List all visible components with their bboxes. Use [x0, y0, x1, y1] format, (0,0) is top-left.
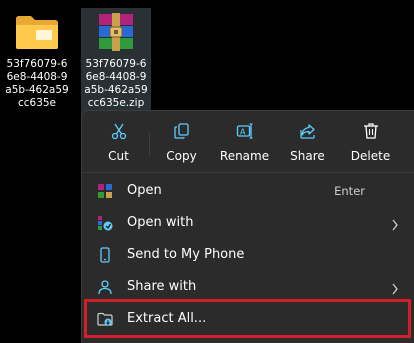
share-icon: [276, 121, 339, 141]
rename-icon: A: [213, 121, 276, 141]
copy-icon: [150, 121, 213, 141]
quick-actions-bar: Cut Copy A Rename Share Delete: [82, 111, 414, 169]
menu-item-open-with[interactable]: Open with: [87, 207, 409, 238]
share-button[interactable]: Share: [276, 111, 339, 169]
share-with-label: Share with: [127, 279, 197, 294]
phone-icon: [97, 246, 113, 263]
winrar-archive-icon: [81, 8, 151, 56]
rename-label: Rename: [219, 149, 270, 163]
delete-button[interactable]: Delete: [339, 111, 402, 169]
svg-text:A: A: [240, 128, 246, 137]
send-to-phone-label: Send to My Phone: [127, 247, 245, 262]
menu-divider: [82, 172, 414, 173]
copy-label: Copy: [166, 149, 197, 163]
folder-label: 53f76079-66e8-4408-9a5b-462a59cc635e: [5, 58, 69, 109]
extract-all-label: Extract All...: [127, 311, 207, 326]
extract-folder-icon: [97, 311, 113, 327]
desktop-zip-file[interactable]: 53f76079-66e8-4408-9a5b-462a59cc635e.zip: [81, 8, 151, 118]
menu-item-open[interactable]: Open Enter: [87, 175, 409, 206]
rename-button[interactable]: A Rename: [213, 111, 276, 169]
chevron-right-icon: [391, 216, 399, 235]
context-menu: Cut Copy A Rename Share Delete Open Ente…: [81, 110, 414, 343]
open-shortcut: Enter: [334, 183, 365, 198]
share-with-icon: [97, 279, 113, 295]
copy-button[interactable]: Copy: [150, 111, 213, 169]
trash-icon: [339, 121, 402, 141]
cut-button[interactable]: Cut: [87, 111, 150, 169]
share-label: Share: [290, 149, 325, 163]
folder-icon: [2, 8, 72, 56]
menu-item-extract-all[interactable]: Extract All...: [87, 303, 409, 334]
open-with-label: Open with: [127, 215, 194, 230]
open-app-icon: [97, 183, 113, 199]
open-label: Open: [127, 183, 162, 198]
desktop-folder[interactable]: 53f76079-66e8-4408-9a5b-462a59cc635e: [2, 8, 72, 110]
scissors-icon: [87, 121, 150, 141]
menu-item-send-to-phone[interactable]: Send to My Phone: [87, 239, 409, 270]
zip-label: 53f76079-66e8-4408-9a5b-462a59cc635e.zip: [84, 58, 148, 109]
delete-label: Delete: [350, 149, 391, 163]
chevron-right-icon: [391, 280, 399, 299]
open-with-icon: [97, 215, 113, 231]
cut-label: Cut: [108, 149, 129, 163]
menu-item-share-with[interactable]: Share with: [87, 271, 409, 302]
